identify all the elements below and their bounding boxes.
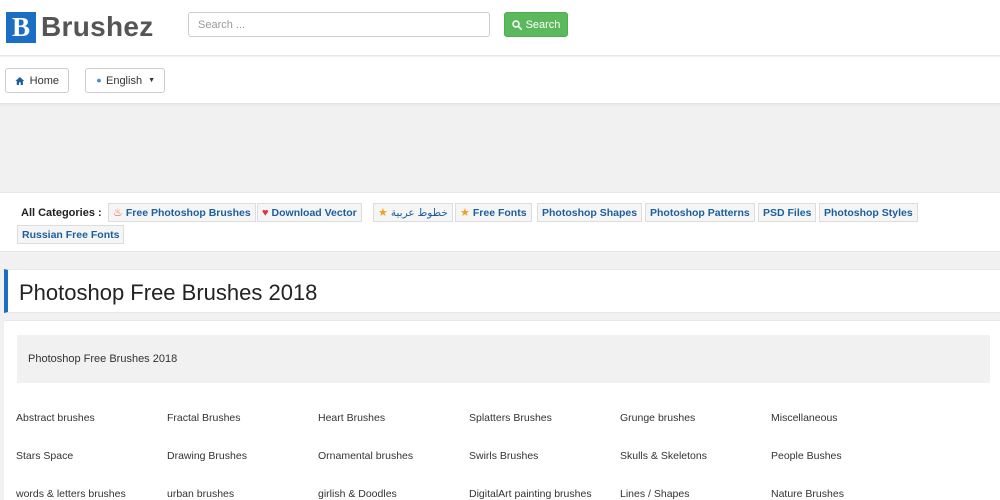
link-item[interactable]: Nature Brushes [771, 488, 844, 500]
category-download-vector[interactable]: ♥ Download Vector [257, 203, 362, 222]
link-item[interactable]: girlish & Doodles [318, 488, 397, 500]
categories-bar: All Categories : ♨ Free Photoshop Brushe… [0, 192, 1000, 252]
link-item[interactable]: Drawing Brushes [167, 450, 247, 462]
category-label: Russian Free Fonts [22, 228, 120, 241]
link-item[interactable]: People Bushes [771, 450, 842, 462]
category-free-fonts[interactable]: ★ Free Fonts [455, 203, 532, 222]
language-label: English [105, 74, 143, 87]
language-dropdown[interactable]: English ▼ [85, 68, 165, 93]
page-title: Photoshop Free Brushes 2018 [19, 280, 318, 305]
content-panel: Photoshop Free Brushes 2018 Abstract bru… [4, 320, 1000, 500]
category-photoshop-patterns[interactable]: Photoshop Patterns [645, 203, 755, 222]
link-item[interactable]: Splatters Brushes [469, 412, 552, 424]
search-button-label: Search [525, 18, 561, 31]
category-free-photoshop-brushes[interactable]: ♨ Free Photoshop Brushes [108, 203, 256, 222]
link-item[interactable]: Abstract brushes [16, 412, 95, 424]
categories-label: All Categories : [21, 207, 102, 219]
description-box: Photoshop Free Brushes 2018 [17, 335, 990, 383]
link-item[interactable]: Swirls Brushes [469, 450, 538, 462]
home-button[interactable]: Home [5, 68, 69, 93]
star-icon: ★ [460, 207, 470, 219]
flame-icon: ♨ [113, 207, 123, 219]
category-label: Free Photoshop Brushes [125, 206, 251, 219]
search-input[interactable] [188, 12, 490, 37]
category-label: Photoshop Patterns [650, 206, 750, 219]
link-item[interactable]: DigitalArt painting brushes [469, 488, 592, 500]
nav-bar: Home English ▼ [0, 57, 1000, 104]
link-item[interactable]: Ornamental brushes [318, 450, 413, 462]
logo-text: Brushez [41, 11, 154, 42]
category-psd-files[interactable]: PSD Files [758, 203, 817, 222]
logo-mark: B [6, 11, 36, 43]
site-header: B Brushez Search [0, 0, 1000, 56]
search-button[interactable]: Search [504, 12, 568, 37]
star-icon: ★ [378, 207, 388, 219]
category-label: PSD Files [763, 206, 812, 219]
link-item[interactable]: Fractal Brushes [167, 412, 241, 424]
category-photoshop-styles[interactable]: Photoshop Styles [819, 203, 918, 222]
link-item[interactable]: Lines / Shapes [620, 488, 689, 500]
site-logo[interactable]: B Brushez [6, 11, 154, 43]
title-panel: Photoshop Free Brushes 2018 [4, 269, 1000, 313]
home-label: Home [29, 74, 59, 87]
category-label: Free Fonts [472, 206, 527, 219]
description-text: Photoshop Free Brushes 2018 [28, 353, 178, 365]
link-item[interactable]: Skulls & Skeletons [620, 450, 707, 462]
link-item[interactable]: urban brushes [167, 488, 234, 500]
category-label: خطوط عربية [390, 206, 448, 219]
heart-icon: ♥ [262, 206, 269, 219]
link-item[interactable]: Miscellaneous [771, 412, 838, 424]
category-russian-free-fonts[interactable]: Russian Free Fonts [17, 225, 125, 244]
category-label: Download Vector [271, 206, 357, 219]
category-label: Photoshop Shapes [542, 206, 638, 219]
category-label: Photoshop Styles [824, 206, 913, 219]
chevron-down-icon: ▼ [148, 77, 155, 84]
category-photoshop-shapes[interactable]: Photoshop Shapes [537, 203, 643, 222]
link-item[interactable]: Grunge brushes [620, 412, 695, 424]
link-item[interactable]: words & letters brushes [16, 488, 126, 500]
search-icon [511, 19, 522, 30]
home-icon [15, 76, 25, 85]
globe-icon [97, 78, 101, 83]
category-arabic-fonts[interactable]: ★ خطوط عربية [373, 203, 453, 222]
link-item[interactable]: Heart Brushes [318, 412, 385, 424]
link-item[interactable]: Stars Space [16, 450, 73, 462]
